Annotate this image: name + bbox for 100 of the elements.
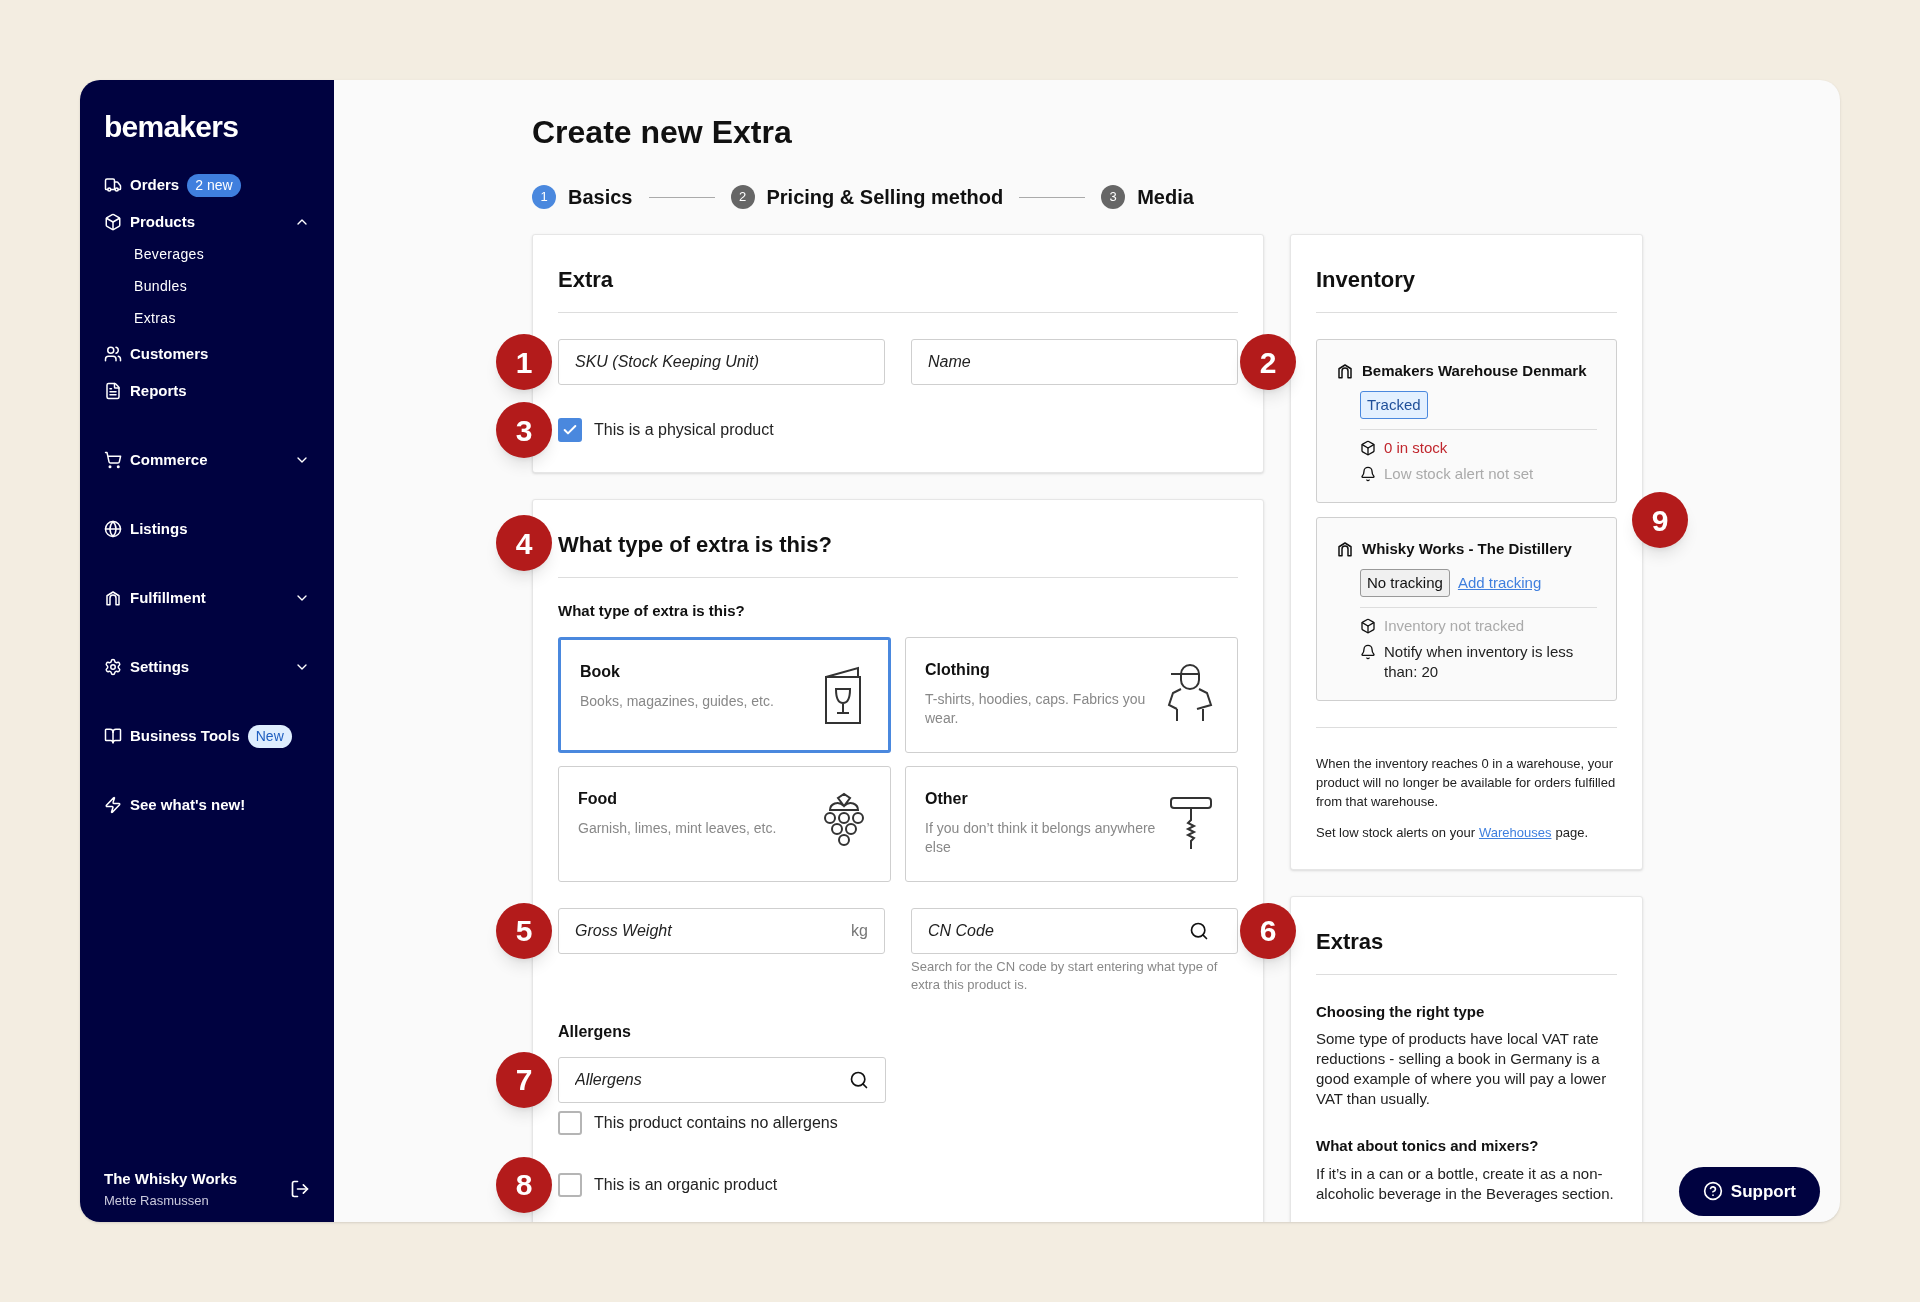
sidebar-item[interactable]: Commerce — [104, 448, 310, 472]
name-input[interactable]: Name — [928, 350, 1221, 374]
allergens-field[interactable]: Allergens — [558, 1056, 886, 1103]
allergens-input[interactable]: Allergens — [575, 1067, 849, 1092]
inventory-status: 0 in stock — [1384, 438, 1448, 458]
sidebar-item[interactable]: Listings — [104, 517, 310, 541]
sidebar-item[interactable]: Products — [104, 210, 310, 234]
step-tab[interactable]: Pricing & Selling method — [766, 182, 1004, 212]
inventory-status: Inventory not tracked — [1384, 616, 1525, 636]
step-number: 1 — [532, 185, 556, 209]
badge: 2 new — [187, 173, 241, 197]
checkbox-label: This is an organic product — [594, 1174, 778, 1195]
allergens-label: Allergens — [558, 1021, 632, 1042]
globe-icon — [104, 520, 122, 538]
step-number: 2 — [730, 185, 755, 209]
person-with-cap-icon — [1167, 661, 1213, 724]
tracking-status: No tracking — [1360, 568, 1450, 597]
type-option[interactable]: Book Books, magazines, guides, etc. — [558, 636, 891, 753]
warehouse-name: Bemakers Warehouse Denmark — [1362, 361, 1587, 381]
truck-icon — [104, 176, 122, 194]
cn-code-input[interactable]: CN Code — [928, 918, 1189, 943]
sidebar-item[interactable]: See what's new! — [104, 793, 310, 817]
type-option[interactable]: Clothing T-shirts, hoodies, caps. Fabrics you wear. — [905, 636, 1238, 753]
unit-label: kg — [851, 920, 868, 941]
people-icon — [104, 345, 122, 363]
checkbox-label: This product contains no allergens — [594, 1112, 838, 1133]
help-heading: What about tonics and mixers? — [1316, 1136, 1540, 1156]
help-text: Search for the CN code by start entering what type of extra this product is. — [911, 957, 1219, 994]
sku-input[interactable]: SKU (Stock Keeping Unit) — [575, 350, 868, 374]
hint-text: page. — [1555, 824, 1588, 842]
sidebar-item[interactable]: Settings — [104, 655, 310, 679]
step-tab[interactable]: Basics — [568, 182, 633, 212]
bell-icon — [1360, 644, 1376, 660]
warehouses-link[interactable]: Warehouses — [1478, 823, 1552, 843]
sidebar-item[interactable]: Orders 2 new — [104, 173, 310, 197]
bell-icon — [1360, 466, 1376, 482]
checkbox[interactable] — [558, 1172, 582, 1197]
hint-text: Set low stock alerts on your — [1316, 824, 1475, 842]
search-icon — [849, 1069, 869, 1090]
account-name: The Whisky Works — [104, 1169, 238, 1189]
question-label: What type of extra is this? — [558, 601, 746, 621]
sidebar-item[interactable]: Customers — [104, 342, 310, 366]
search-icon — [1189, 920, 1209, 941]
option-description: Garnish, limes, mint leaves, etc. — [578, 818, 778, 838]
arch-icon — [1336, 540, 1354, 559]
option-description: T-shirts, hoodies, caps. Fabrics you wear. — [925, 689, 1147, 728]
tracking-status: Tracked — [1360, 390, 1428, 419]
card-title: Inventory — [1316, 266, 1417, 294]
help-text: Some type of products have local VAT rate reductions - selling a book in Germany is a good example of where you will pay a lower VAT than usually. — [1316, 1029, 1608, 1109]
logo: bemakers — [104, 109, 240, 145]
weight-input[interactable]: Gross Weight — [575, 918, 852, 943]
sidebar-subitem[interactable]: Bundles — [134, 276, 310, 297]
add-tracking-link[interactable]: Add tracking — [1457, 571, 1542, 594]
step-number: 3 — [1101, 185, 1126, 209]
option-description: If you don’t think it belongs anywhere else — [925, 818, 1157, 857]
page-title: Create new Extra — [532, 113, 793, 152]
card-title: Extras — [1316, 927, 1385, 956]
badge: New — [247, 724, 292, 748]
arch-icon — [104, 589, 122, 607]
checkbox[interactable] — [558, 418, 582, 442]
step-marker: 9 — [1632, 492, 1688, 548]
weight-field[interactable]: Gross Weight kg — [558, 907, 885, 954]
step-marker: 5 — [496, 902, 552, 959]
document-icon — [104, 382, 122, 400]
cart-icon — [104, 451, 122, 469]
option-title: Other — [925, 788, 969, 809]
logout-icon[interactable] — [290, 1179, 310, 1199]
arch-icon — [1336, 362, 1354, 381]
sidebar-subitem[interactable]: Extras — [134, 308, 310, 329]
step-marker: 4 — [496, 515, 552, 571]
step-marker: 3 — [496, 402, 552, 458]
option-title: Food — [578, 788, 619, 809]
support-button[interactable]: Support — [1678, 1166, 1820, 1216]
settings-icon — [104, 658, 122, 676]
option-title: Book — [580, 661, 621, 682]
cube-icon — [1360, 618, 1376, 634]
name-field[interactable]: Name — [911, 339, 1238, 385]
step-marker: 1 — [496, 334, 552, 390]
sidebar-subitem[interactable]: Beverages — [134, 244, 310, 265]
book-icon — [104, 727, 122, 745]
sidebar-item[interactable]: Business Tools New — [104, 724, 310, 748]
step-tab[interactable]: Media — [1137, 182, 1194, 212]
sku-field[interactable]: SKU (Stock Keeping Unit) — [558, 339, 885, 385]
step-marker: 7 — [496, 1051, 552, 1108]
sidebar-item[interactable]: Fulfillment — [104, 586, 310, 610]
card-title: What type of extra is this? — [558, 531, 833, 559]
checkbox[interactable] — [558, 1110, 582, 1135]
cn-code-field[interactable]: CN Code — [911, 907, 1238, 954]
account-user: Mette Rasmussen — [104, 1191, 210, 1210]
help-text: If it’s in a can or a bottle, create it as a non-alcoholic beverage in the Beverages section. — [1316, 1163, 1615, 1204]
type-option[interactable]: Other If you don’t think it belongs anywhere else — [905, 765, 1238, 882]
warehouse-name: Whisky Works - The Distillery — [1362, 539, 1572, 559]
step-marker: 8 — [496, 1156, 552, 1213]
checkbox-label: This is a physical product — [594, 420, 774, 440]
inventory-status: Low stock alert not set — [1384, 464, 1534, 484]
sidebar-item[interactable]: Reports — [104, 379, 310, 403]
inventory-note: When the inventory reaches 0 in a warehouse, your product will no longer be available for orders fulfilled from that warehouse. — [1316, 755, 1617, 811]
inventory-status: Notify when inventory is less than: 20 — [1384, 642, 1575, 682]
help-heading: Choosing the right type — [1316, 1001, 1486, 1022]
type-option[interactable]: Food Garnish, limes, mint leaves, etc. — [558, 765, 891, 882]
